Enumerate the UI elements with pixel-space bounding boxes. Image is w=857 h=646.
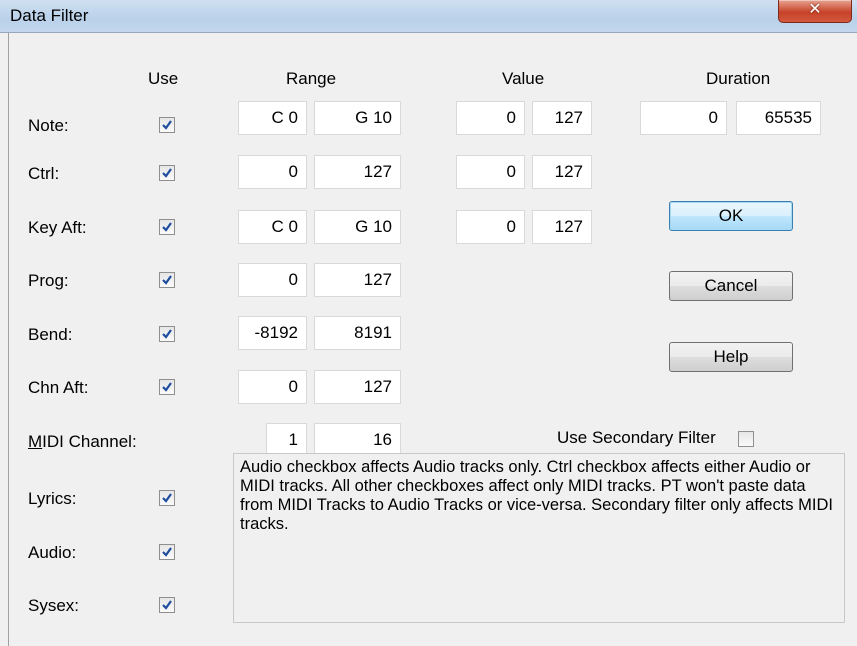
checkmark-icon bbox=[162, 547, 172, 557]
ctrl-range-min-field[interactable]: 0 bbox=[238, 155, 307, 189]
info-text-box: Audio checkbox affects Audio tracks only… bbox=[233, 453, 845, 623]
close-icon: ✕ bbox=[808, 1, 822, 18]
row-label-prog: Prog: bbox=[28, 271, 69, 290]
midi-channel-max-field[interactable]: 16 bbox=[314, 423, 401, 457]
bend-use-checkbox[interactable] bbox=[159, 326, 175, 342]
lyrics-checkbox[interactable] bbox=[159, 490, 175, 506]
close-button[interactable]: ✕ bbox=[778, 0, 852, 23]
note-range-max-field[interactable]: G 10 bbox=[314, 101, 401, 135]
midi-channel-min-field[interactable]: 1 bbox=[266, 423, 307, 457]
note-duration-max-field[interactable]: 65535 bbox=[736, 101, 821, 135]
ctrl-range-max-field[interactable]: 127 bbox=[314, 155, 401, 189]
key-aft-range-max-field[interactable]: G 10 bbox=[314, 210, 401, 244]
row-label-ctrl: Ctrl: bbox=[28, 164, 60, 183]
header-duration: Duration bbox=[706, 69, 771, 88]
note-value-min-field[interactable]: 0 bbox=[456, 101, 525, 135]
row-label-note: Note: bbox=[28, 116, 69, 135]
checkmark-icon bbox=[162, 493, 172, 503]
bend-range-max-field[interactable]: 8191 bbox=[314, 316, 401, 350]
checkmark-icon bbox=[162, 600, 172, 610]
title-bar[interactable]: Data Filter ✕ bbox=[0, 0, 857, 33]
midi-channel-label-rest: IDI Channel: bbox=[42, 432, 137, 451]
row-label-key-aft: Key Aft: bbox=[28, 218, 87, 237]
key-aft-value-min-field[interactable]: 0 bbox=[456, 210, 525, 244]
ok-button[interactable]: OK bbox=[669, 201, 793, 231]
sysex-checkbox[interactable] bbox=[159, 597, 175, 613]
prog-range-min-field[interactable]: 0 bbox=[238, 263, 307, 297]
note-value-max-field[interactable]: 127 bbox=[532, 101, 592, 135]
chn-aft-use-checkbox[interactable] bbox=[159, 379, 175, 395]
note-range-min-field[interactable]: C 0 bbox=[238, 101, 307, 135]
help-button[interactable]: Help bbox=[669, 342, 793, 372]
header-range: Range bbox=[286, 69, 337, 88]
checkmark-icon bbox=[162, 275, 172, 285]
note-use-checkbox[interactable] bbox=[159, 117, 175, 133]
cancel-button[interactable]: Cancel bbox=[669, 271, 793, 301]
midi-channel-label: MIDI Channel: bbox=[28, 432, 137, 452]
key-aft-use-checkbox[interactable] bbox=[159, 219, 175, 235]
secondary-filter-label: Use Secondary Filter bbox=[557, 428, 716, 447]
header-use: Use bbox=[148, 69, 179, 88]
chn-aft-range-min-field[interactable]: 0 bbox=[238, 370, 307, 404]
audio-label: Audio: bbox=[28, 543, 77, 562]
row-label-chn-aft: Chn Aft: bbox=[28, 378, 89, 397]
key-aft-range-min-field[interactable]: C 0 bbox=[238, 210, 307, 244]
row-label-bend: Bend: bbox=[28, 325, 73, 344]
lyrics-label: Lyrics: bbox=[28, 489, 77, 508]
sysex-label: Sysex: bbox=[28, 596, 80, 615]
checkmark-icon bbox=[162, 329, 172, 339]
secondary-filter-checkbox[interactable] bbox=[738, 431, 754, 447]
chn-aft-range-max-field[interactable]: 127 bbox=[314, 370, 401, 404]
ctrl-value-max-field[interactable]: 127 bbox=[532, 155, 592, 189]
header-value: Value bbox=[502, 69, 545, 88]
bend-range-min-field[interactable]: -8192 bbox=[238, 316, 307, 350]
ctrl-value-min-field[interactable]: 0 bbox=[456, 155, 525, 189]
checkmark-icon bbox=[162, 120, 172, 130]
checkmark-icon bbox=[162, 382, 172, 392]
audio-checkbox[interactable] bbox=[159, 544, 175, 560]
window-title: Data Filter bbox=[10, 6, 89, 25]
prog-use-checkbox[interactable] bbox=[159, 272, 175, 288]
note-duration-min-field[interactable]: 0 bbox=[640, 101, 727, 135]
midi-channel-accelerator: M bbox=[28, 432, 43, 451]
data-filter-dialog: Data Filter ✕ Use Range Value Duration N… bbox=[0, 0, 857, 646]
ctrl-use-checkbox[interactable] bbox=[159, 165, 175, 181]
checkmark-icon bbox=[162, 168, 172, 178]
prog-range-max-field[interactable]: 127 bbox=[314, 263, 401, 297]
checkmark-icon bbox=[162, 222, 172, 232]
dialog-body: Use Range Value Duration Note: C 0 G 10 … bbox=[8, 33, 857, 646]
key-aft-value-max-field[interactable]: 127 bbox=[532, 210, 592, 244]
